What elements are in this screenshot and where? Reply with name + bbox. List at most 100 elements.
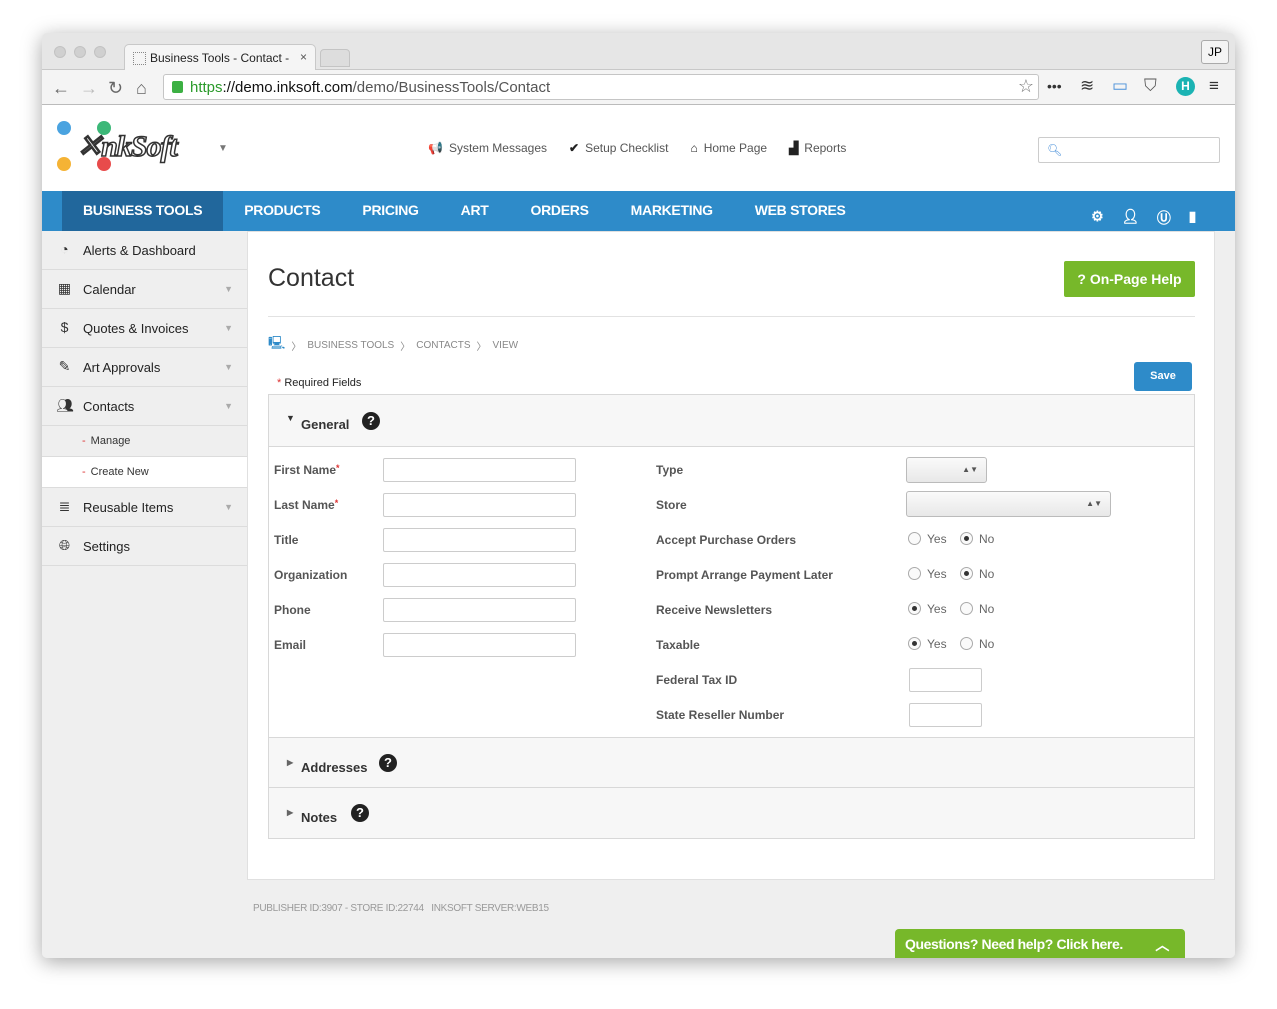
- url-bar[interactable]: https://demo.inksoft.com/demo/BusinessTo…: [163, 74, 1039, 100]
- new-tab-button[interactable]: [320, 49, 350, 67]
- nav-art[interactable]: ART: [440, 191, 510, 231]
- general-section-header[interactable]: ▼ General?: [269, 395, 1194, 447]
- nav-marketing[interactable]: MARKETING: [610, 191, 734, 231]
- browser-tab[interactable]: Business Tools - Contact - ×: [124, 44, 316, 71]
- url-path: /demo/BusinessTools/Contact: [352, 79, 551, 96]
- bar-chart-icon: ▟: [789, 141, 799, 155]
- maximize-window-button[interactable]: [94, 46, 106, 58]
- calendar-icon: ▦: [57, 280, 72, 296]
- section-title: Addresses: [301, 760, 368, 775]
- taxable-no-radio[interactable]: No: [960, 637, 994, 651]
- browser-window: Business Tools - Contact - × JP ← → ↻ ⌂ h…: [42, 33, 1235, 958]
- save-button[interactable]: Save: [1134, 362, 1192, 391]
- last-name-field[interactable]: [383, 493, 576, 517]
- link-label: System Messages: [448, 141, 547, 155]
- computer-icon[interactable]: 🖳: [268, 334, 285, 356]
- breadcrumb-item: VIEW: [492, 339, 519, 351]
- close-tab-icon[interactable]: ×: [300, 50, 307, 64]
- email-field[interactable]: [383, 633, 576, 657]
- accept-po-no-radio[interactable]: No: [960, 532, 994, 546]
- menu-icon[interactable]: ≡: [1209, 76, 1219, 96]
- sidebar-item-reusable-items[interactable]: ≣ Reusable Items ▼: [42, 488, 247, 527]
- contacts-icon: 👥︎: [56, 397, 74, 413]
- help-icon[interactable]: ?: [362, 412, 380, 430]
- nav-business-tools[interactable]: BUSINESS TOOLS: [62, 191, 224, 231]
- sidebar-item-label: Art Approvals: [83, 360, 161, 375]
- addresses-section-header[interactable]: ▶ Addresses?: [269, 737, 1194, 787]
- sidebar-item-alerts[interactable]: ◔ Alerts & Dashboard: [42, 231, 247, 270]
- back-icon[interactable]: ←: [52, 78, 70, 99]
- h-extension-icon[interactable]: H: [1176, 77, 1195, 96]
- sidebar-item-calendar[interactable]: ▦ Calendar ▼: [42, 270, 247, 309]
- layers-icon[interactable]: ≋: [1080, 76, 1094, 96]
- minimize-window-button[interactable]: [74, 46, 86, 58]
- taxable-yes-radio[interactable]: Yes: [908, 637, 947, 651]
- reports-link[interactable]: ▟ Reports: [789, 141, 846, 155]
- sidebar: ◔ Alerts & Dashboard ▦ Calendar ▼ $ Quotes &…: [42, 231, 247, 566]
- sidebar-item-contacts[interactable]: 👥︎ Contacts ▼: [42, 387, 247, 426]
- lock-icon: [172, 81, 183, 93]
- phone-field[interactable]: [383, 598, 576, 622]
- system-messages-link[interactable]: 📢 System Messages: [428, 141, 547, 155]
- sidebar-item-label: Contacts: [83, 399, 135, 414]
- url-scheme: https: [190, 79, 223, 96]
- newsletters-no-radio[interactable]: No: [960, 602, 994, 616]
- sidebar-subitem-create-new[interactable]: - Create New: [42, 457, 247, 488]
- pocket-icon[interactable]: ⛉: [1144, 76, 1157, 96]
- section-title: General: [301, 417, 350, 432]
- home-icon[interactable]: ⌂: [136, 78, 147, 99]
- newsletters-yes-radio[interactable]: Yes: [908, 602, 947, 616]
- home-page-link[interactable]: ⌂ Home Page: [690, 141, 767, 155]
- help-icon[interactable]: ?: [379, 754, 397, 772]
- sidebar-subitem-manage[interactable]: - Manage: [42, 426, 247, 457]
- nav-products[interactable]: PRODUCTS: [223, 191, 341, 231]
- favicon-icon: [133, 52, 146, 65]
- nav-pricing[interactable]: PRICING: [341, 191, 439, 231]
- prompt-payment-yes-radio[interactable]: Yes: [908, 567, 947, 581]
- title-label: Title: [274, 533, 299, 547]
- sidebar-item-settings[interactable]: 🌐︎ Settings: [42, 527, 247, 566]
- forward-icon[interactable]: →: [80, 78, 98, 99]
- logo-dropdown-icon[interactable]: ▼: [218, 143, 228, 154]
- subitem-label: Manage: [90, 435, 131, 447]
- prompt-payment-label: Prompt Arrange Payment Later: [656, 568, 833, 582]
- title-field[interactable]: [383, 528, 576, 552]
- federal-tax-field[interactable]: [909, 668, 982, 692]
- nav-orders[interactable]: ORDERS: [510, 191, 610, 231]
- setup-checklist-link[interactable]: ✔ Setup Checklist: [569, 141, 668, 155]
- accept-po-yes-radio[interactable]: Yes: [908, 532, 947, 546]
- bookmark-star-icon[interactable]: ☆: [1018, 76, 1034, 97]
- close-window-button[interactable]: [54, 46, 66, 58]
- accept-po-label: Accept Purchase Orders: [656, 533, 797, 547]
- sidebar-item-art-approvals[interactable]: ✎ Art Approvals ▼: [42, 348, 247, 387]
- chevron-down-icon: ▼: [224, 362, 233, 372]
- breadcrumb-item[interactable]: BUSINESS TOOLS: [307, 340, 394, 351]
- address-toolbar: ← → ↻ ⌂ https://demo.inksoft.com/demo/Bu…: [42, 70, 1235, 105]
- help-chat-button[interactable]: Questions? Need help? Click here. ︿: [895, 929, 1185, 958]
- nav-web-stores[interactable]: WEB STORES: [734, 191, 867, 231]
- tab-bar: Business Tools - Contact - × JP: [42, 33, 1235, 71]
- store-select[interactable]: ▲▼: [906, 491, 1111, 517]
- caret-right-icon: ▶: [287, 758, 294, 767]
- organization-field[interactable]: [383, 563, 576, 587]
- search-icon: 🔍︎: [1047, 143, 1063, 157]
- notes-section-header[interactable]: ▶ Notes?: [269, 787, 1194, 838]
- search-input[interactable]: 🔍︎: [1038, 137, 1220, 163]
- on-page-help-button[interactable]: ? On-Page Help: [1064, 261, 1195, 297]
- help-icon[interactable]: ?: [351, 804, 369, 822]
- sidebar-item-quotes[interactable]: $ Quotes & Invoices ▼: [42, 309, 247, 348]
- store-label: Store: [656, 498, 687, 512]
- reload-icon[interactable]: ↻: [108, 78, 123, 99]
- prompt-payment-no-radio[interactable]: No: [960, 567, 994, 581]
- more-icon[interactable]: •••: [1047, 78, 1062, 94]
- reseller-field[interactable]: [909, 703, 982, 727]
- site-header: ✕nkSoft ▼ 📢 System Messages ✔ Setup Checkl…: [42, 105, 1235, 191]
- breadcrumb-item[interactable]: CONTACTS: [416, 340, 470, 351]
- phone-label: Phone: [274, 603, 311, 617]
- first-name-field[interactable]: [383, 458, 576, 482]
- type-select[interactable]: ▲▼: [906, 457, 987, 483]
- globe-icon: 🌐︎: [58, 537, 71, 553]
- screenshot-icon[interactable]: ▭: [1112, 76, 1128, 96]
- inksoft-logo[interactable]: ✕nkSoft: [57, 121, 179, 171]
- profile-button[interactable]: JP: [1201, 40, 1229, 64]
